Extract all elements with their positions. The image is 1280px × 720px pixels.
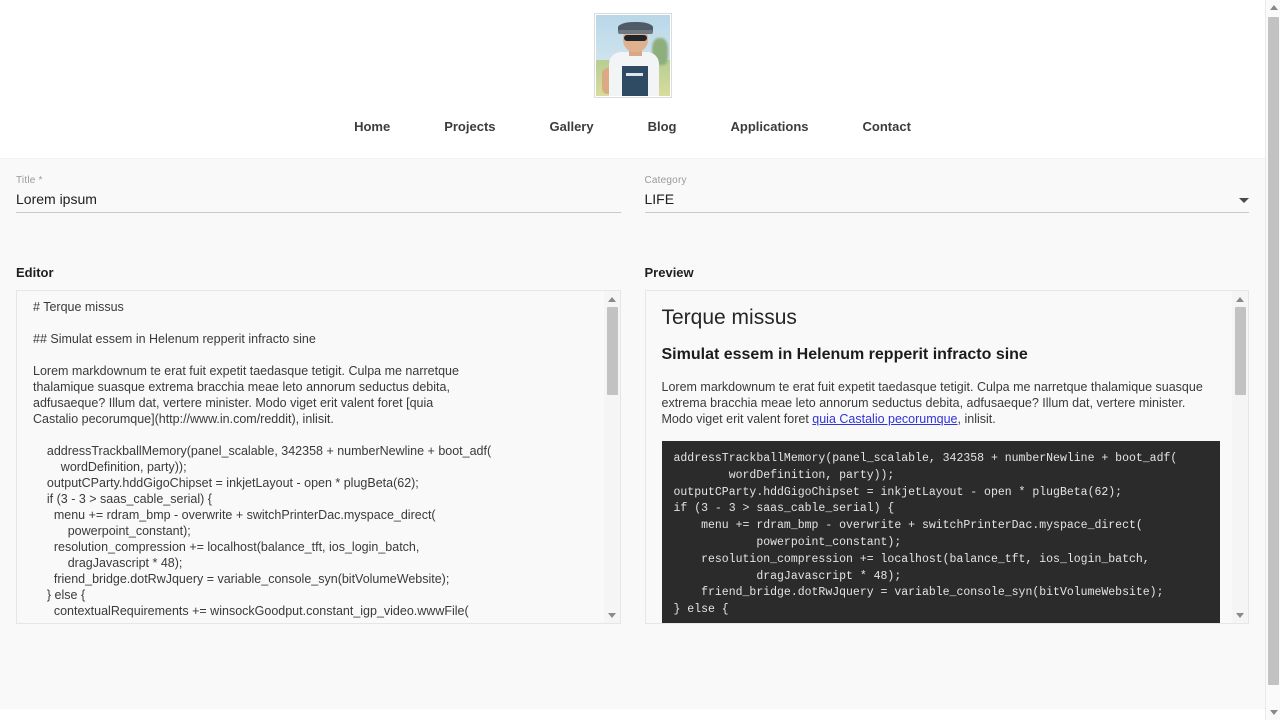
page-scroll-up-icon[interactable] [1266, 0, 1280, 15]
preview-code-block: addressTrackballMemory(panel_scalable, 3… [661, 441, 1220, 623]
category-field-label: Category [644, 175, 687, 186]
preview-heading-2: Simulat essem in Helenum repperit infrac… [661, 346, 1028, 363]
category-field-group: Category LIFE [644, 175, 1249, 213]
title-field-label: Title * [16, 175, 43, 186]
chevron-down-icon[interactable] [1239, 198, 1249, 203]
editor-textarea[interactable]: # Terque missus ## Simulat essem in Hele… [17, 291, 604, 623]
scroll-down-icon[interactable] [604, 607, 620, 623]
preview-content[interactable]: Terque missus Simulat essem in Helenum r… [646, 291, 1233, 623]
nav-item-contact[interactable]: Contact [863, 113, 911, 140]
page-scrollbar-thumb[interactable] [1268, 17, 1279, 685]
scroll-up-icon[interactable] [604, 291, 620, 307]
title-input[interactable]: Lorem ipsum [16, 190, 621, 213]
editor-box: # Terque missus ## Simulat essem in Hele… [16, 290, 621, 624]
scroll-up-icon[interactable] [1232, 291, 1248, 307]
preview-title: Preview [644, 265, 694, 280]
editor-page-content: Title * Lorem ipsum Category LIFE Editor [0, 158, 1265, 709]
profile-photo-image [595, 15, 670, 96]
title-input-value[interactable]: Lorem ipsum [16, 190, 621, 208]
scroll-down-icon[interactable] [1232, 607, 1248, 623]
preview-paragraph: Lorem markdownum te erat fuit expetit ta… [662, 379, 1221, 427]
photo-shirt-graphic [621, 66, 648, 96]
category-select-value[interactable]: LIFE [645, 190, 1240, 208]
category-select[interactable]: LIFE [644, 190, 1249, 213]
preview-inline-link[interactable]: quia Castalio pecorumque [812, 412, 957, 426]
site-header: Home Projects Gallery Blog Applications … [0, 0, 1265, 158]
page-root: Home Projects Gallery Blog Applications … [0, 0, 1280, 720]
editor-scrollbar-thumb[interactable] [606, 307, 618, 395]
editor-title: Editor [16, 265, 54, 280]
preview-heading-1: Terque missus [661, 306, 797, 329]
photo-hat-band [617, 30, 653, 34]
avatar [593, 13, 672, 98]
editor-scrollbar[interactable] [603, 291, 620, 623]
page-scrollbar[interactable] [1265, 0, 1280, 720]
form-fields: Title * Lorem ipsum Category LIFE [0, 159, 1265, 213]
preview-pane: Preview Terque missus Simulat essem in H… [644, 265, 1249, 624]
nav-item-gallery[interactable]: Gallery [550, 113, 594, 140]
photo-sunglasses [623, 35, 647, 41]
nav-item-home[interactable]: Home [354, 113, 390, 140]
nav-item-blog[interactable]: Blog [648, 113, 677, 140]
editor-markdown-content[interactable]: # Terque missus ## Simulat essem in Hele… [33, 299, 592, 619]
preview-box: Terque missus Simulat essem in Helenum r… [644, 290, 1249, 624]
editor-pane: Editor # Terque missus ## Simulat essem … [16, 265, 621, 624]
title-field-group: Title * Lorem ipsum [16, 175, 621, 213]
preview-paragraph-text-end: , inlisit. [957, 412, 996, 426]
main-navigation: Home Projects Gallery Blog Applications … [0, 113, 1265, 158]
editor-preview-panes: Editor # Terque missus ## Simulat essem … [0, 265, 1265, 624]
page-scroll-down-icon[interactable] [1266, 705, 1280, 720]
nav-item-applications[interactable]: Applications [731, 113, 809, 140]
preview-scrollbar[interactable] [1232, 291, 1248, 623]
preview-scrollbar-thumb[interactable] [1235, 307, 1246, 395]
nav-item-projects[interactable]: Projects [444, 113, 495, 140]
